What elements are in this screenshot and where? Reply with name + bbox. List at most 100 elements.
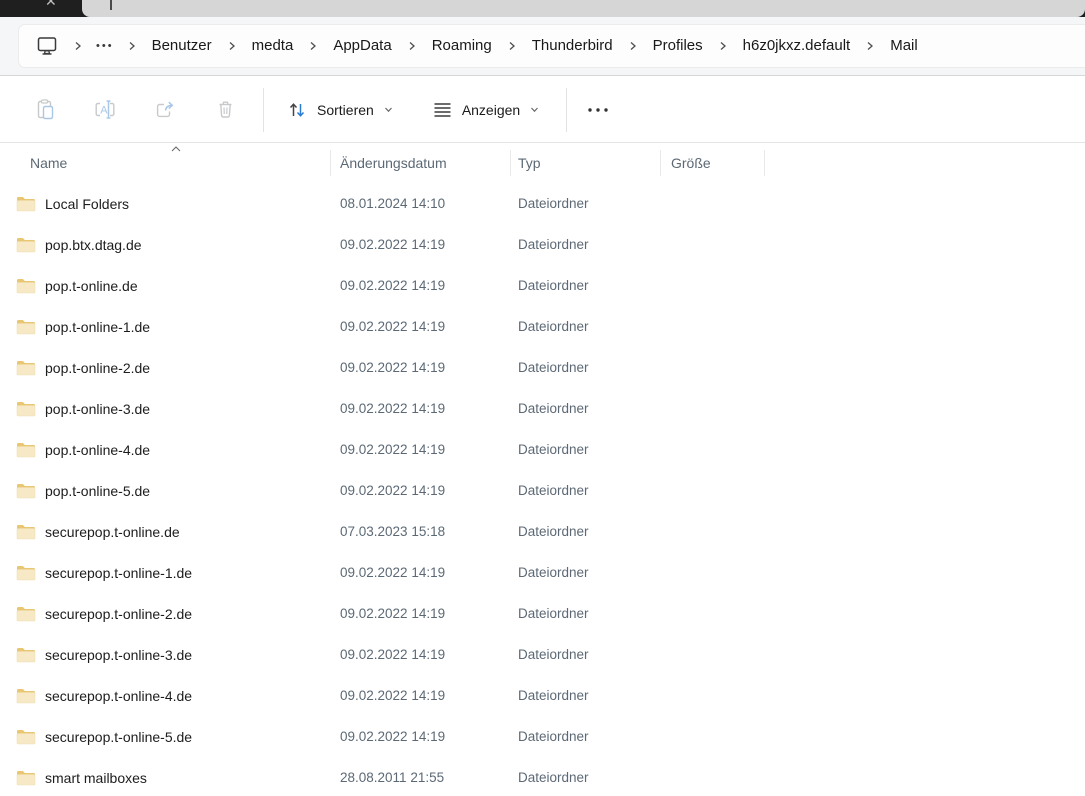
breadcrumb-item[interactable]: Thunderbird xyxy=(521,31,624,61)
column-header-type[interactable]: Typ xyxy=(510,143,660,183)
column-header-label: Name xyxy=(30,155,67,171)
file-type: Dateiordner xyxy=(518,237,589,252)
file-name: securepop.t-online-3.de xyxy=(45,647,192,663)
view-button-label: Anzeigen xyxy=(462,102,520,118)
folder-icon xyxy=(16,401,36,417)
file-type: Dateiordner xyxy=(518,442,589,457)
chevron-right-icon xyxy=(307,40,319,52)
column-header-size[interactable]: Größe xyxy=(660,143,764,183)
sort-button[interactable]: Sortieren xyxy=(274,88,406,132)
file-date: 09.02.2022 14:19 xyxy=(340,319,445,334)
active-tab[interactable] xyxy=(82,0,1085,17)
breadcrumb-item[interactable]: AppData xyxy=(322,31,402,61)
file-type: Dateiordner xyxy=(518,647,589,662)
column-header-label: Größe xyxy=(671,155,711,171)
file-row[interactable]: pop.t-online-4.de 09.02.2022 14:19 Datei… xyxy=(0,429,1085,470)
file-row[interactable]: securepop.t-online-4.de 09.02.2022 14:19… xyxy=(0,675,1085,716)
file-date: 09.02.2022 14:19 xyxy=(340,647,445,662)
breadcrumb[interactable]: ••• Benutzer medta AppData Roaming Thund… xyxy=(18,24,1085,68)
file-name: securepop.t-online-5.de xyxy=(45,729,192,745)
file-row[interactable]: securepop.t-online-2.de 09.02.2022 14:19… xyxy=(0,593,1085,634)
view-button[interactable]: Anzeigen xyxy=(420,88,552,132)
file-date: 08.01.2024 14:10 xyxy=(340,196,445,211)
file-row[interactable]: securepop.t-online-3.de 09.02.2022 14:19… xyxy=(0,634,1085,675)
breadcrumb-item[interactable]: Benutzer xyxy=(141,31,223,61)
delete-button[interactable] xyxy=(203,88,247,132)
sort-button-label: Sortieren xyxy=(317,102,374,118)
file-row[interactable]: pop.t-online-5.de 09.02.2022 14:19 Datei… xyxy=(0,470,1085,511)
chevron-right-icon xyxy=(717,40,729,52)
file-row[interactable]: smart mailboxes 28.08.2011 21:55 Dateior… xyxy=(0,757,1085,796)
file-row[interactable]: pop.t-online-3.de 09.02.2022 14:19 Datei… xyxy=(0,388,1085,429)
file-type: Dateiordner xyxy=(518,688,589,703)
file-name: pop.t-online-3.de xyxy=(45,401,150,417)
file-name: pop.t-online.de xyxy=(45,278,138,294)
folder-icon xyxy=(16,442,36,458)
file-name: pop.t-online-1.de xyxy=(45,319,150,335)
file-name: pop.btx.dtag.de xyxy=(45,237,142,253)
file-row[interactable]: Local Folders 08.01.2024 14:10 Dateiordn… xyxy=(0,183,1085,224)
rename-button[interactable]: A xyxy=(83,88,127,132)
file-type: Dateiordner xyxy=(518,606,589,621)
more-options-button[interactable] xyxy=(577,88,619,132)
chevron-right-icon xyxy=(864,40,876,52)
tab-close-icon[interactable]: ✕ xyxy=(45,0,57,10)
file-name: securepop.t-online-2.de xyxy=(45,606,192,622)
breadcrumb-item[interactable]: h6z0jkxz.default xyxy=(732,31,862,61)
folder-icon xyxy=(16,237,36,253)
file-type: Dateiordner xyxy=(518,401,589,416)
breadcrumb-overflow-button[interactable]: ••• xyxy=(87,40,123,52)
folder-icon xyxy=(16,524,36,540)
file-name: Local Folders xyxy=(45,196,129,212)
column-header-extra xyxy=(764,143,1085,183)
file-list: Local Folders 08.01.2024 14:10 Dateiordn… xyxy=(0,183,1085,796)
file-date: 09.02.2022 14:19 xyxy=(340,606,445,621)
chevron-right-icon xyxy=(627,40,639,52)
file-type: Dateiordner xyxy=(518,565,589,580)
breadcrumb-item[interactable]: medta xyxy=(241,31,305,61)
breadcrumb-item[interactable]: Mail xyxy=(879,31,929,61)
monitor-icon xyxy=(35,35,59,57)
file-name: smart mailboxes xyxy=(45,770,147,786)
this-pc-button[interactable] xyxy=(35,35,69,57)
column-header-date[interactable]: Änderungsdatum xyxy=(330,143,510,183)
column-header-name[interactable]: Name xyxy=(0,143,330,183)
toolbar-divider xyxy=(263,88,264,132)
file-date: 09.02.2022 14:19 xyxy=(340,483,445,498)
column-header-label: Änderungsdatum xyxy=(340,155,447,171)
file-type: Dateiordner xyxy=(518,729,589,744)
file-type: Dateiordner xyxy=(518,196,589,211)
rename-icon: A xyxy=(93,98,117,121)
breadcrumb-item[interactable]: Profiles xyxy=(642,31,714,61)
file-name: pop.t-online-5.de xyxy=(45,483,150,499)
chevron-right-icon xyxy=(126,40,138,52)
file-name: securepop.t-online.de xyxy=(45,524,180,540)
folder-icon xyxy=(16,360,36,376)
chevron-right-icon xyxy=(406,40,418,52)
paste-button[interactable] xyxy=(23,88,67,132)
file-row[interactable]: pop.t-online-2.de 09.02.2022 14:19 Datei… xyxy=(0,347,1085,388)
file-date: 09.02.2022 14:19 xyxy=(340,688,445,703)
file-row[interactable]: securepop.t-online-5.de 09.02.2022 14:19… xyxy=(0,716,1085,757)
tab-icon-fragment xyxy=(110,0,112,10)
file-row[interactable]: pop.btx.dtag.de 09.02.2022 14:19 Dateior… xyxy=(0,224,1085,265)
share-button[interactable] xyxy=(143,88,187,132)
file-type: Dateiordner xyxy=(518,360,589,375)
file-date: 28.08.2011 21:55 xyxy=(340,770,444,785)
file-row[interactable]: pop.t-online-1.de 09.02.2022 14:19 Datei… xyxy=(0,306,1085,347)
ellipsis-icon xyxy=(587,107,609,113)
list-lines-icon xyxy=(432,99,453,120)
file-type: Dateiordner xyxy=(518,319,589,334)
file-date: 09.02.2022 14:19 xyxy=(340,237,445,252)
chevron-down-icon xyxy=(529,104,540,115)
file-row[interactable]: securepop.t-online.de 07.03.2023 15:18 D… xyxy=(0,511,1085,552)
folder-icon xyxy=(16,565,36,581)
breadcrumb-item[interactable]: Roaming xyxy=(421,31,503,61)
svg-text:A: A xyxy=(100,105,108,117)
trash-icon xyxy=(214,98,237,121)
folder-icon xyxy=(16,606,36,622)
clipboard-paste-icon xyxy=(34,98,57,121)
file-row[interactable]: securepop.t-online-1.de 09.02.2022 14:19… xyxy=(0,552,1085,593)
file-row[interactable]: pop.t-online.de 09.02.2022 14:19 Dateior… xyxy=(0,265,1085,306)
sort-arrows-icon xyxy=(286,99,308,121)
